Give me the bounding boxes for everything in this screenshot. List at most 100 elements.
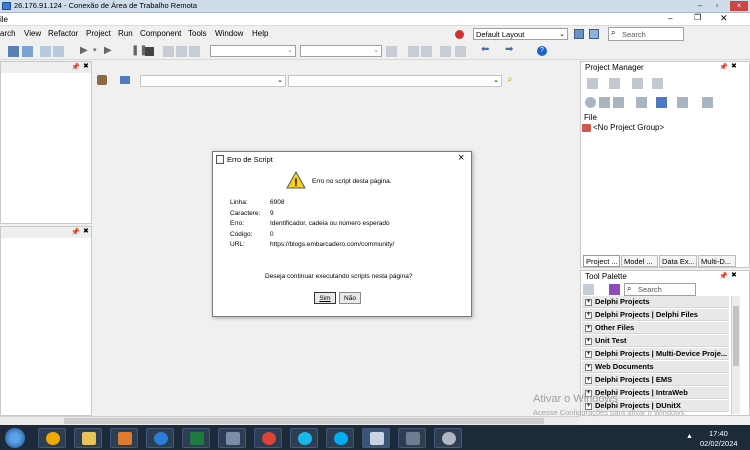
- taskbar-skype[interactable]: [326, 428, 354, 448]
- close-icon[interactable]: ✖: [731, 271, 737, 279]
- expand-icon[interactable]: [599, 97, 610, 108]
- filter-icon[interactable]: [656, 97, 667, 108]
- stop-icon[interactable]: [455, 30, 464, 39]
- palette-filter-icon[interactable]: [609, 284, 620, 295]
- url-combo[interactable]: ⌄: [140, 75, 286, 87]
- pin-icon[interactable]: 📌: [719, 63, 728, 71]
- collapse-icon[interactable]: [613, 97, 624, 108]
- components-icon[interactable]: [408, 46, 419, 57]
- menu-search[interactable]: arch: [0, 29, 16, 38]
- ide-search-box[interactable]: ⌕ Search: [608, 27, 684, 41]
- menu-tools[interactable]: Tools: [188, 29, 207, 38]
- sync-icon[interactable]: [609, 78, 620, 89]
- tab-multi-device[interactable]: Multi-D...: [698, 255, 736, 267]
- horizontal-scrollbar[interactable]: [0, 416, 578, 425]
- taskbar-chrome[interactable]: [254, 428, 282, 448]
- platform-combo[interactable]: ⌄: [210, 45, 296, 57]
- address-book-icon[interactable]: [120, 76, 130, 84]
- taskbar-explorer[interactable]: [74, 428, 102, 448]
- run-without-debug-icon[interactable]: ▶: [104, 45, 112, 56]
- taskbar-ie[interactable]: [146, 428, 174, 448]
- add-file-icon[interactable]: [53, 46, 64, 57]
- run-dropdown-icon[interactable]: ▾: [93, 46, 97, 54]
- menu-refactor[interactable]: Refactor: [48, 29, 78, 38]
- tab-data-explorer[interactable]: Data Ex...: [659, 255, 697, 267]
- layout-combo[interactable]: Default Layout ⌄: [473, 28, 568, 40]
- palette-category[interactable]: + Delphi Projects | Multi-Device Proje...: [582, 348, 729, 360]
- taskbar-calculator[interactable]: [398, 428, 426, 448]
- tray-arrow-icon[interactable]: ▲: [686, 433, 693, 440]
- scrollbar-thumb[interactable]: [733, 306, 739, 366]
- menu-component[interactable]: Component: [140, 29, 181, 38]
- menu-project[interactable]: Project: [86, 29, 111, 38]
- taskbar-snipping[interactable]: [434, 428, 462, 448]
- clock-time[interactable]: 17:40: [709, 429, 728, 438]
- forward-icon[interactable]: ➡: [505, 44, 513, 55]
- configuration-combo[interactable]: ⌄: [300, 45, 382, 57]
- build-config-icon[interactable]: [702, 97, 713, 108]
- maximize-button[interactable]: ▫: [710, 1, 724, 11]
- layout-icon[interactable]: [589, 29, 599, 39]
- form-icon[interactable]: [455, 46, 466, 57]
- tab-model[interactable]: Model ...: [621, 255, 658, 267]
- taskbar-excel[interactable]: [182, 428, 210, 448]
- taskbar-remote[interactable]: [218, 428, 246, 448]
- palette-category[interactable]: + Other Files: [582, 322, 729, 334]
- no-button[interactable]: Não: [339, 292, 361, 304]
- help-icon[interactable]: ?: [537, 46, 547, 56]
- taskbar-chrome-canary[interactable]: [38, 428, 66, 448]
- options-icon[interactable]: [677, 97, 688, 108]
- menu-view[interactable]: View: [24, 29, 41, 38]
- editor-search-combo[interactable]: ⌄: [288, 75, 502, 87]
- palette-category[interactable]: + Delphi Projects | EMS: [582, 374, 729, 386]
- menu-window[interactable]: Window: [215, 29, 243, 38]
- start-button[interactable]: [5, 428, 25, 448]
- browser-icon[interactable]: [97, 75, 107, 85]
- clock-date[interactable]: 02/02/2024: [700, 439, 738, 448]
- refresh-icon[interactable]: [585, 97, 596, 108]
- tab-project[interactable]: Project ...: [583, 255, 620, 267]
- pin-icon[interactable]: 📌: [71, 63, 80, 71]
- search-icon[interactable]: ⌕: [507, 74, 513, 85]
- layout-grid-icon[interactable]: [440, 46, 451, 57]
- close-button[interactable]: ×: [730, 1, 748, 11]
- taskbar-media[interactable]: [110, 428, 138, 448]
- app-minimize-icon[interactable]: –: [668, 14, 672, 23]
- save-layout-icon[interactable]: [574, 29, 584, 39]
- run-icon[interactable]: ▶: [80, 45, 88, 56]
- dialog-close-icon[interactable]: ×: [458, 152, 464, 164]
- minimize-button[interactable]: –: [693, 1, 707, 11]
- menu-help[interactable]: Help: [252, 29, 268, 38]
- activate-icon[interactable]: [587, 78, 598, 89]
- palette-category[interactable]: + Delphi Projects: [582, 296, 729, 308]
- view-icon[interactable]: [652, 78, 663, 89]
- save-icon[interactable]: [8, 46, 19, 57]
- close-icon[interactable]: ✖: [83, 62, 89, 70]
- close-icon[interactable]: ✖: [731, 62, 737, 70]
- menu-run[interactable]: Run: [118, 29, 133, 38]
- palette-category[interactable]: + Delphi Projects | Delphi Files: [582, 309, 729, 321]
- palette-scrollbar[interactable]: [731, 296, 740, 414]
- save-all-icon[interactable]: [22, 46, 33, 57]
- palette-category[interactable]: + Unit Test: [582, 335, 729, 347]
- pin-icon[interactable]: 📌: [71, 228, 80, 236]
- structure-icon[interactable]: [421, 46, 432, 57]
- stop-debug-icon[interactable]: [145, 47, 154, 56]
- step-icon[interactable]: [163, 46, 174, 57]
- close-icon[interactable]: ✖: [83, 227, 89, 235]
- open-project-icon[interactable]: [40, 46, 51, 57]
- palette-category[interactable]: + Web Documents: [582, 361, 729, 373]
- app-close-icon[interactable]: ✕: [720, 13, 728, 24]
- pin-icon[interactable]: 📌: [719, 272, 728, 280]
- taskbar-delphi[interactable]: [362, 428, 390, 448]
- sort-icon[interactable]: [636, 97, 647, 108]
- build-icon[interactable]: [632, 78, 643, 89]
- app-restore-icon[interactable]: ❐: [694, 13, 701, 22]
- palette-search-box[interactable]: ⌕ Search: [624, 283, 696, 296]
- yes-button[interactable]: Sim: [314, 292, 336, 304]
- project-group-label[interactable]: <No Project Group>: [593, 123, 664, 132]
- categories-icon[interactable]: [583, 284, 594, 295]
- step-over-icon[interactable]: [176, 46, 187, 57]
- taskbar-vimeo[interactable]: [290, 428, 318, 448]
- scrollbar-thumb[interactable]: [64, 418, 544, 424]
